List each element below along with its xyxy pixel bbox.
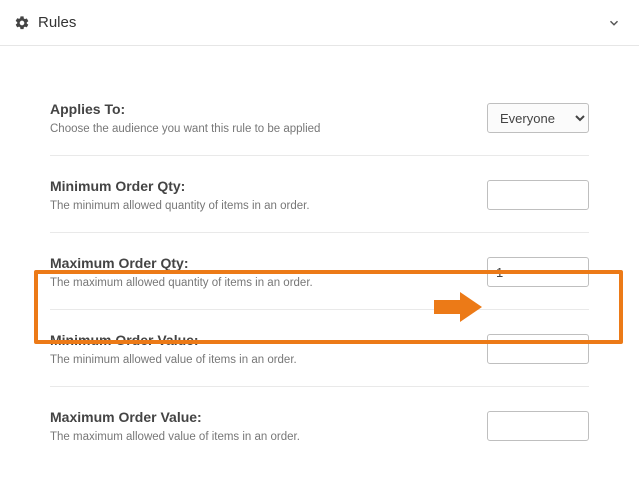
panel-title: Rules: [38, 14, 76, 31]
min-value-input[interactable]: [487, 334, 589, 364]
max-value-desc: The maximum allowed value of items in an…: [50, 431, 467, 443]
row-min-qty: Minimum Order Qty: The minimum allowed q…: [50, 156, 589, 233]
min-qty-input[interactable]: [487, 180, 589, 210]
min-qty-label: Minimum Order Qty:: [50, 178, 467, 194]
row-min-value: Minimum Order Value: The minimum allowed…: [50, 310, 589, 387]
row-applies-to: Applies To: Choose the audience you want…: [50, 46, 589, 156]
max-qty-input[interactable]: [487, 257, 589, 287]
min-value-label: Minimum Order Value:: [50, 332, 467, 348]
panel-header[interactable]: Rules: [0, 0, 639, 46]
min-qty-desc: The minimum allowed quantity of items in…: [50, 200, 467, 212]
max-qty-label: Maximum Order Qty:: [50, 255, 467, 271]
max-qty-desc: The maximum allowed quantity of items in…: [50, 277, 467, 289]
applies-to-label: Applies To:: [50, 101, 467, 117]
max-value-label: Maximum Order Value:: [50, 409, 467, 425]
row-max-value: Maximum Order Value: The maximum allowed…: [50, 387, 589, 463]
applies-to-desc: Choose the audience you want this rule t…: [50, 123, 467, 135]
max-value-input[interactable]: [487, 411, 589, 441]
min-value-desc: The minimum allowed value of items in an…: [50, 354, 467, 366]
row-max-qty: Maximum Order Qty: The maximum allowed q…: [50, 233, 589, 310]
gear-icon: [14, 15, 30, 31]
applies-to-select[interactable]: Everyone: [487, 103, 589, 133]
chevron-down-icon[interactable]: [607, 16, 621, 30]
